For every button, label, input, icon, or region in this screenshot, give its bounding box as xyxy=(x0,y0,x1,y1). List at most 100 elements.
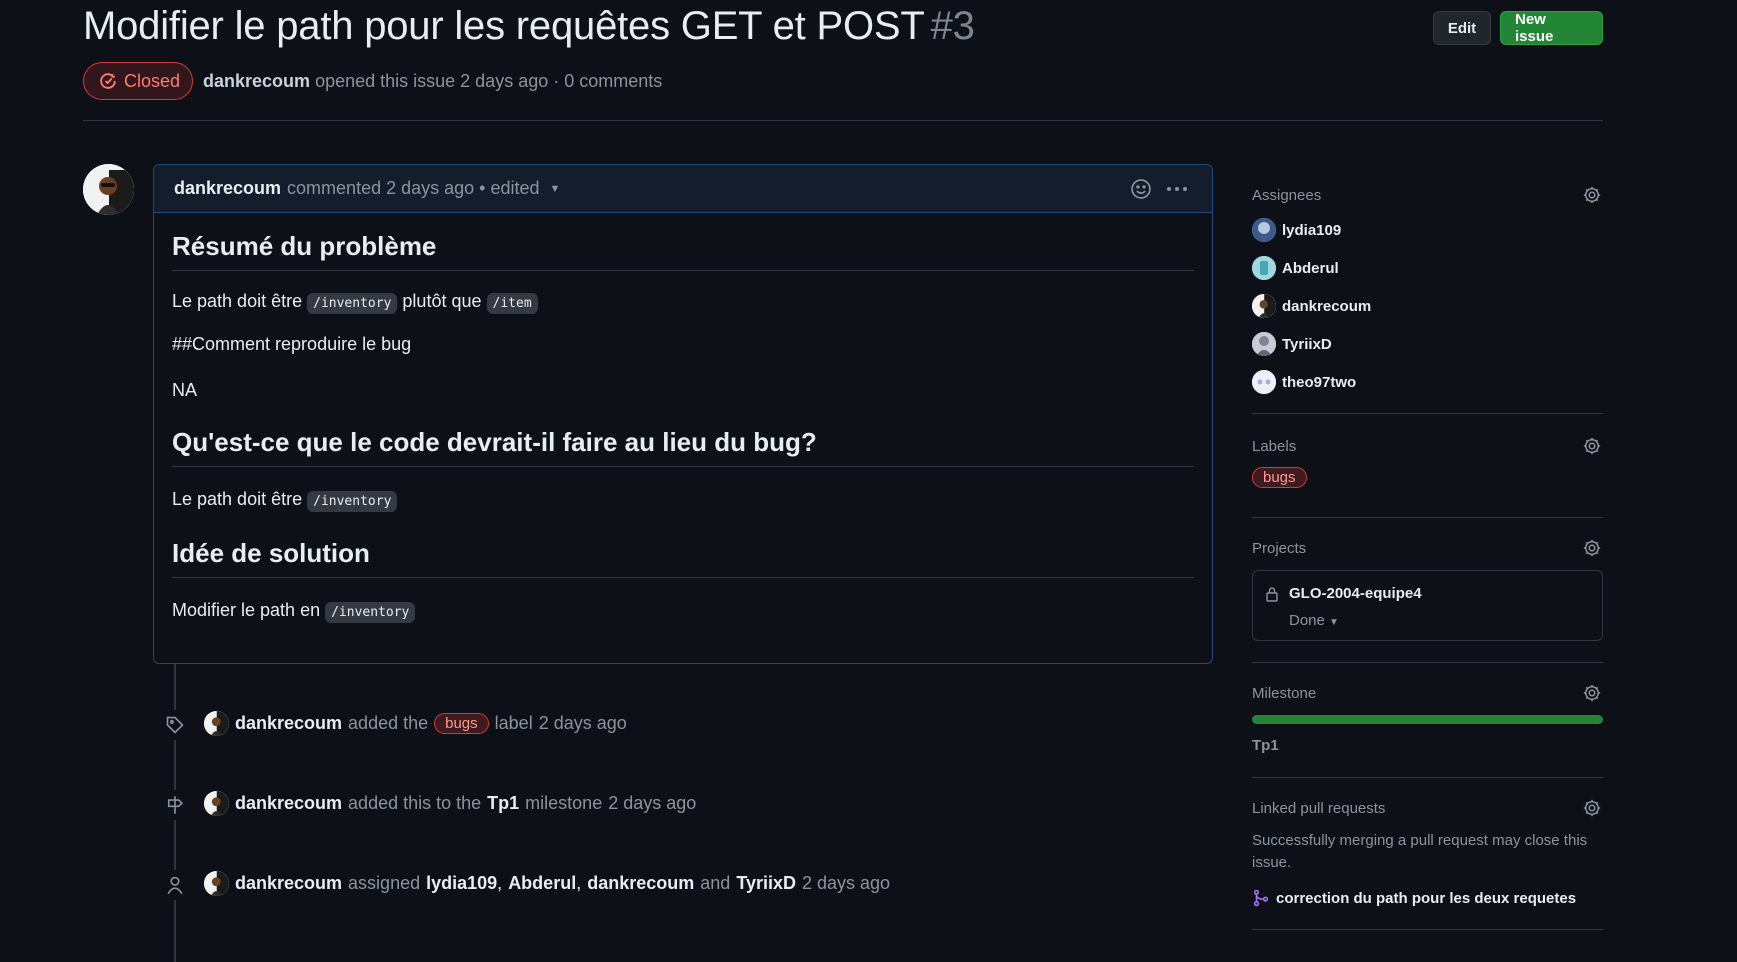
assignee-name: dankrecoum xyxy=(1282,297,1372,315)
linked-pr-description: Successfully merging a pull request may … xyxy=(1252,832,1588,871)
assignee-name: TyriixD xyxy=(1282,335,1332,353)
pull-request-merged-icon xyxy=(1253,889,1269,907)
assignee-item[interactable]: theo97two xyxy=(1252,370,1356,394)
linked-pr-title: correction du path pour les deux requete… xyxy=(1276,889,1577,907)
inline-code: /inventory xyxy=(307,491,398,512)
emoji-reaction-icon[interactable] xyxy=(1130,178,1152,200)
status-badge: Closed xyxy=(83,62,193,100)
person-icon xyxy=(160,870,190,900)
sidebar-divider xyxy=(1252,662,1603,663)
avatar-image-icon xyxy=(1252,370,1276,394)
assignee-item[interactable]: TyriixD xyxy=(1252,332,1332,356)
chevron-down-icon: ▼ xyxy=(1329,617,1339,628)
avatar-image-icon xyxy=(1252,332,1276,356)
avatar-image-icon xyxy=(83,164,134,215)
event-time[interactable]: 2 days ago xyxy=(802,873,890,894)
issue-title-text: Modifier le path pour les requêtes GET e… xyxy=(83,4,925,48)
project-name[interactable]: GLO-2004-equipe4 xyxy=(1289,585,1422,602)
gear-icon[interactable] xyxy=(1582,436,1602,456)
avatar xyxy=(1252,218,1276,242)
assignee-item[interactable]: dankrecoum xyxy=(1252,294,1371,318)
timeline-event-assigned: dankrecoum assigned lydia109, Abderul, d… xyxy=(204,871,890,896)
assignee-link[interactable]: lydia109 xyxy=(426,873,497,893)
actor-link[interactable]: dankrecoum xyxy=(235,873,342,894)
comment-paragraph: Le path doit être /inventory plutôt que … xyxy=(172,291,1194,314)
edit-button[interactable]: Edit xyxy=(1433,11,1491,45)
avatar xyxy=(1252,256,1276,280)
issue-number: #3 xyxy=(930,4,975,48)
label-badge[interactable]: bugs xyxy=(1252,467,1307,488)
gear-icon[interactable] xyxy=(1582,185,1602,205)
header-divider xyxy=(83,120,1603,121)
label-badge[interactable]: bugs xyxy=(434,713,489,734)
issue-meta: dankrecoum opened this issue 2 days ago … xyxy=(203,71,662,92)
inline-code: /item xyxy=(486,293,538,314)
avatar[interactable] xyxy=(204,871,229,896)
assignee-link[interactable]: TyriixD xyxy=(736,873,796,894)
event-text: and xyxy=(700,873,731,893)
milestone-progress-bar xyxy=(1252,715,1603,724)
avatar[interactable] xyxy=(204,711,229,736)
comment-header: dankrecoum commented 2 days ago • edited… xyxy=(154,165,1212,213)
project-status: Done xyxy=(1289,612,1325,629)
event-text: added the xyxy=(348,713,429,733)
avatar-image-icon xyxy=(1252,294,1276,318)
avatar-image-icon xyxy=(204,871,229,896)
timeline-event-label: dankrecoum added the bugs label 2 days a… xyxy=(204,711,627,736)
section-heading: Qu'est-ce que le code devrait-il faire a… xyxy=(172,427,1194,467)
event-text: added this to the xyxy=(348,793,482,813)
event-time[interactable]: 2 days ago xyxy=(539,713,627,734)
comment-author-link[interactable]: dankrecoum xyxy=(174,178,281,199)
event-time[interactable]: 2 days ago xyxy=(608,793,696,814)
actor-link[interactable]: dankrecoum xyxy=(235,793,342,814)
assignee-name: Abderul xyxy=(1282,259,1339,277)
status-badge-label: Closed xyxy=(124,70,181,91)
avatar xyxy=(1252,294,1276,318)
avatar-image-icon xyxy=(204,711,229,736)
tag-icon xyxy=(160,710,190,740)
assignees-heading[interactable]: Assignees xyxy=(1252,187,1321,204)
assignee-link[interactable]: Abderul xyxy=(508,873,576,893)
gear-icon[interactable] xyxy=(1582,538,1602,558)
project-card[interactable]: GLO-2004-equipe4 Done ▼ xyxy=(1252,570,1603,641)
chevron-down-icon[interactable]: ▼ xyxy=(550,183,561,195)
avatar[interactable] xyxy=(83,164,134,215)
labels-heading[interactable]: Labels xyxy=(1252,438,1296,455)
issue-opened-text: opened this issue 2 days ago · 0 comment… xyxy=(315,71,663,91)
paragraph-text: Le path doit être xyxy=(172,291,303,311)
sidebar-divider xyxy=(1252,777,1603,778)
milestone-heading[interactable]: Milestone xyxy=(1252,685,1316,702)
project-status-dropdown[interactable]: Done ▼ xyxy=(1289,612,1339,629)
comment-meta: commented 2 days ago • edited xyxy=(287,178,540,198)
issue-title: Modifier le path pour les requêtes GET e… xyxy=(83,4,975,49)
assignee-link[interactable]: dankrecoum xyxy=(587,873,694,894)
avatar[interactable] xyxy=(204,791,229,816)
inline-code: /inventory xyxy=(307,293,398,314)
actor-link[interactable]: dankrecoum xyxy=(235,713,342,734)
assignee-item[interactable]: lydia109 xyxy=(1252,218,1341,242)
timeline-event-milestone: dankrecoum added this to the Tp1 milesto… xyxy=(204,791,696,816)
assignee-name: lydia109 xyxy=(1282,221,1342,239)
avatar xyxy=(1252,370,1276,394)
paragraph-text: Le path doit être xyxy=(172,489,303,509)
projects-heading[interactable]: Projects xyxy=(1252,540,1306,557)
avatar-image-icon xyxy=(1252,218,1276,242)
sidebar-divider xyxy=(1252,413,1603,414)
linked-pr-heading[interactable]: Linked pull requests xyxy=(1252,800,1385,817)
milestone-link[interactable]: Tp1 xyxy=(487,793,519,814)
gear-icon[interactable] xyxy=(1582,683,1602,703)
linked-pr-item[interactable]: correction du path pour les deux requete… xyxy=(1252,889,1576,907)
issue-comment: dankrecoum commented 2 days ago • edited… xyxy=(153,164,1213,664)
new-issue-button[interactable]: New issue xyxy=(1500,11,1603,45)
kebab-menu-icon[interactable] xyxy=(1164,178,1190,200)
section-heading: Résumé du problème xyxy=(172,231,1194,271)
milestone-name[interactable]: Tp1 xyxy=(1252,737,1279,754)
assignee-item[interactable]: Abderul xyxy=(1252,256,1339,280)
avatar-image-icon xyxy=(1252,256,1276,280)
issue-closed-icon xyxy=(100,73,116,89)
gear-icon[interactable] xyxy=(1582,798,1602,818)
comment-paragraph: Modifier le path en /inventory xyxy=(172,600,1194,623)
comment-paragraph: Le path doit être /inventory xyxy=(172,489,1194,512)
comment-paragraph: ##Comment reproduire le bug xyxy=(172,334,412,354)
issue-author-link[interactable]: dankrecoum xyxy=(203,71,310,91)
